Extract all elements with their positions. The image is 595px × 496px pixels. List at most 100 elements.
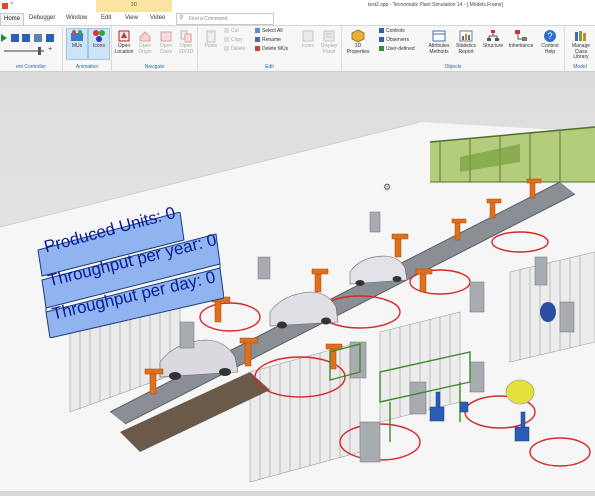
open-origin-button[interactable]: Open Origin <box>135 29 155 55</box>
open-2d3d-button[interactable]: Open 2D/3D <box>176 29 196 55</box>
properties-3d-label: 3D Properties <box>346 43 370 55</box>
attributes-methods-button[interactable]: Attributes Methods <box>426 29 452 55</box>
speed-plus-icon[interactable]: + <box>48 46 52 53</box>
3d-viewport[interactable]: ⚙ Produced Units: 0 Throughput per year:… <box>0 72 595 496</box>
open-class-label: Open Class <box>159 43 173 55</box>
cut-button[interactable]: Cut <box>224 28 239 35</box>
tab-edit[interactable]: Edit <box>101 13 111 24</box>
observers-icon <box>379 37 384 42</box>
copy-icon <box>224 37 229 42</box>
context-help-button[interactable]: ? Context Help <box>538 29 562 55</box>
stop-icon[interactable] <box>45 34 54 42</box>
title-bar: × 3D test2.spp - Tecnomatix Plant Simula… <box>0 0 595 12</box>
rename-label: Rename <box>262 37 281 43</box>
select-all-icon <box>255 28 260 33</box>
structure-label: Structure <box>482 43 504 49</box>
tab-home[interactable]: Home <box>0 13 24 25</box>
rename-button[interactable]: Rename <box>255 37 281 44</box>
icons-edit-icon <box>302 30 314 42</box>
properties-3d-icon <box>351 29 365 43</box>
open-location-button[interactable]: Open Location <box>114 29 134 55</box>
statistics-report-label: Statistics Report <box>455 43 476 55</box>
open-location-icon <box>118 30 130 42</box>
select-all-label: Select All <box>262 28 283 34</box>
manage-class-library-button[interactable]: Manage Class Library <box>567 29 595 61</box>
mus-label: MUs <box>71 43 83 49</box>
delete-mus-button[interactable]: Delete MUs <box>255 46 288 53</box>
user-defined-label: User-defined <box>386 46 415 52</box>
group-event-controller: + ent Controller <box>0 26 63 71</box>
select-all-button[interactable]: Select All <box>255 28 283 35</box>
inheritance-icon <box>515 30 527 41</box>
inheritance-button[interactable]: Inheritance <box>506 29 536 50</box>
display-panel-icon <box>323 30 335 42</box>
group-objects: 3D Properties Controls Observers User-de… <box>342 26 565 71</box>
statistics-report-button[interactable]: Statistics Report <box>453 29 479 55</box>
help-icon: ? <box>544 30 556 42</box>
quick-access-close[interactable]: × <box>10 1 14 7</box>
mus-button[interactable]: MUs <box>66 28 88 60</box>
group-label-navigate: Navigate <box>144 64 165 70</box>
user-defined-button[interactable]: User-defined <box>379 46 415 53</box>
cut-icon <box>224 28 229 33</box>
search-icon: ⚲ <box>179 15 184 21</box>
statistics-report-icon <box>459 30 473 42</box>
manage-class-library-label: Manage Class Library <box>571 43 591 61</box>
search-box[interactable]: ⚲ Find a Command <box>176 13 274 25</box>
structure-icon <box>487 30 499 41</box>
controls-icon <box>379 28 384 33</box>
controls-button[interactable]: Controls <box>379 28 405 35</box>
open-class-icon <box>160 31 172 42</box>
tab-view[interactable]: View <box>125 13 138 24</box>
delete-mus-icon <box>255 46 260 51</box>
observers-button[interactable]: Observers <box>379 37 409 44</box>
icons-edit-button[interactable]: Icons <box>299 29 317 50</box>
group-model: Manage Class Library Model <box>565 26 595 71</box>
open-2d3d-label: Open 2D/3D <box>178 43 194 55</box>
icons-edit-label: Icons <box>302 43 314 49</box>
icons-animation-button[interactable]: Icons <box>88 28 110 60</box>
reset-icon[interactable] <box>34 34 43 42</box>
open-class-button[interactable]: Open Class <box>156 29 176 55</box>
ribbon-tabs: Home Debugger Window Edit View Video ⚲ F… <box>0 12 595 26</box>
group-label-animation: Animation <box>75 64 99 70</box>
app-icon[interactable] <box>2 3 8 9</box>
copy-button[interactable]: Copy <box>224 37 243 44</box>
ribbon: + ent Controller MUs Icons Animation Ope… <box>0 26 595 72</box>
group-label-event-controller: ent Controller <box>15 64 46 70</box>
properties-3d-button[interactable]: 3D Properties <box>344 29 372 55</box>
delete-button[interactable]: Delete <box>224 46 245 53</box>
svg-text:?: ? <box>547 31 552 41</box>
icons-animation-label: Icons <box>93 43 105 49</box>
icons-animation-icon <box>93 30 105 42</box>
play-controls <box>1 34 54 44</box>
paste-button[interactable]: Paste <box>200 29 222 50</box>
attributes-methods-label: Attributes Methods <box>428 43 450 55</box>
structure-button[interactable]: Structure <box>481 29 505 50</box>
tab-debugger[interactable]: Debugger <box>29 13 55 24</box>
tab-window[interactable]: Window <box>66 13 87 24</box>
paste-label: Paste <box>204 43 218 49</box>
cursor-icon: ⚙ <box>383 182 391 192</box>
open-location-label: Open Location <box>114 43 134 55</box>
fast-forward-icon[interactable] <box>22 34 31 42</box>
start-icon[interactable] <box>1 34 7 42</box>
rename-icon <box>255 37 260 42</box>
context-help-label: Context Help <box>541 43 559 55</box>
open-2d3d-icon <box>180 30 192 43</box>
controls-label: Controls <box>386 28 405 34</box>
search-placeholder: Find a Command <box>189 16 228 22</box>
context-tab-3d[interactable]: 3D <box>96 0 172 12</box>
info-board[interactable]: Produced Units: 0 Throughput per year: 0… <box>34 203 224 338</box>
copy-label: Copy <box>231 37 243 43</box>
display-panel-button[interactable]: Display Panel <box>318 29 340 55</box>
speed-slider-thumb[interactable] <box>38 47 41 55</box>
open-origin-label: Open Origin <box>138 43 152 55</box>
group-edit: Paste Cut Copy Delete Select All Rename … <box>198 26 342 71</box>
group-label-objects: Objects <box>444 64 462 70</box>
tab-video[interactable]: Video <box>150 13 165 24</box>
speed-slider[interactable] <box>4 47 44 55</box>
paste-icon <box>206 30 216 43</box>
step-icon[interactable] <box>10 34 19 42</box>
status-strip <box>0 491 595 496</box>
